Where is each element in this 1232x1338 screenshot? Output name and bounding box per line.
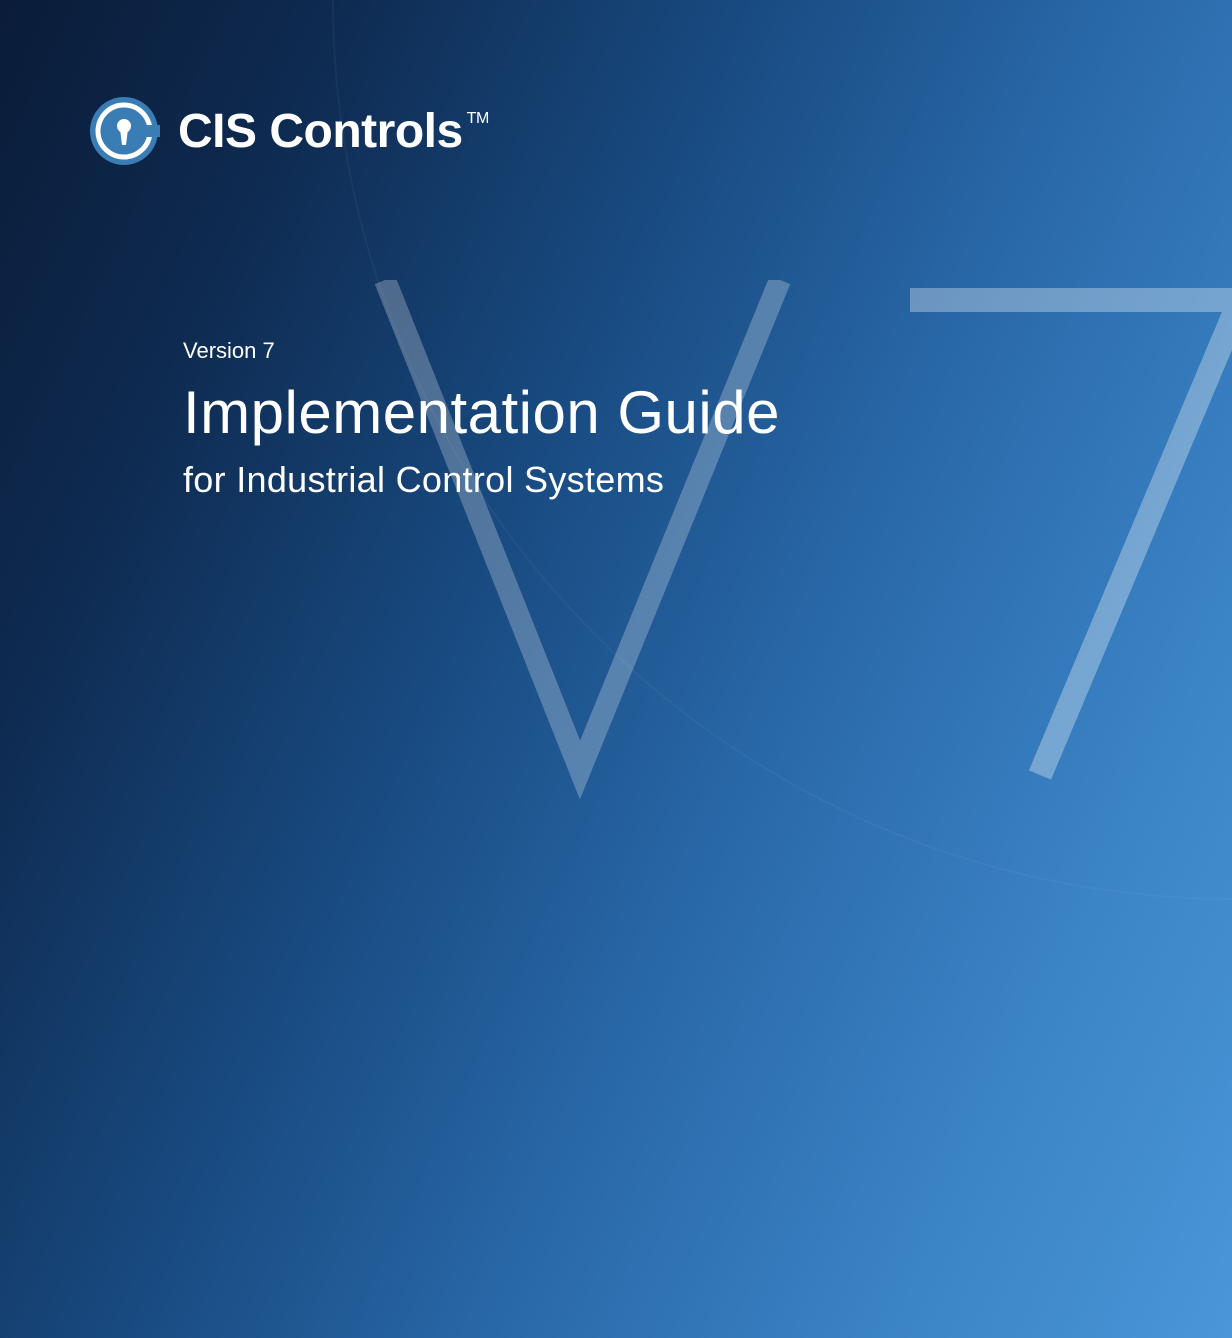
brand-trademark: TM	[467, 110, 489, 128]
document-cover-page: CIS Controls TM Version 7 Implementation…	[0, 0, 1232, 1338]
brand-keyhole-icon	[88, 95, 160, 167]
document-subtitle: for Industrial Control Systems	[183, 459, 780, 501]
version-label: Version 7	[183, 338, 780, 364]
brand-name: CIS Controls TM	[178, 104, 489, 159]
title-block: Version 7 Implementation Guide for Indus…	[183, 338, 780, 501]
brand-logo-block: CIS Controls TM	[88, 95, 489, 167]
brand-name-text: CIS Controls	[178, 104, 463, 159]
document-title: Implementation Guide	[183, 378, 780, 447]
